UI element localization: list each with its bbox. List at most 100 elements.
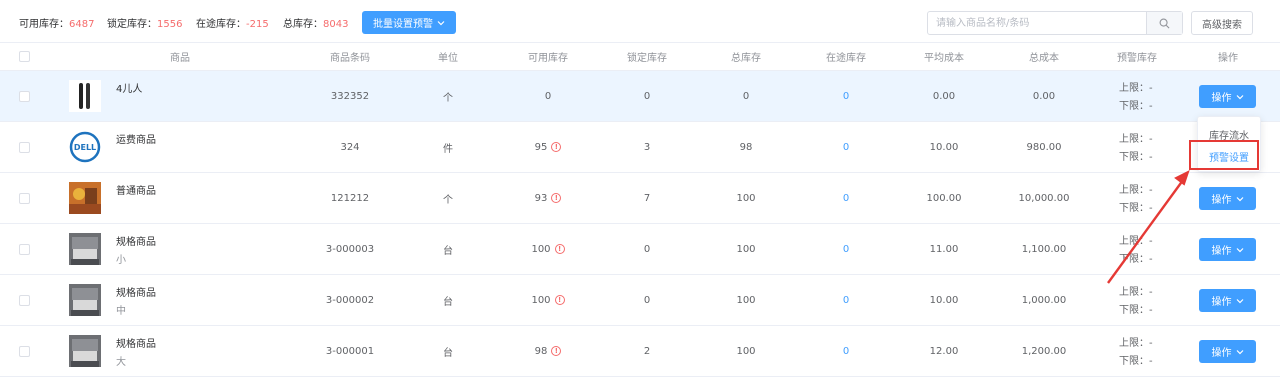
intransit-link[interactable]: 0 [798,122,894,172]
row-checkbox-cell[interactable] [16,275,33,325]
inventory-table: 商品 商品条码 单位 可用库存 锁定库存 总库存 在途库存 平均成本 总成本 预… [0,42,1280,377]
intransit-link[interactable]: 0 [798,326,894,376]
unit-cell: 台 [443,296,453,308]
intransit-link[interactable]: 0 [798,71,894,121]
row-checkbox[interactable] [19,345,30,357]
row-checkbox-cell[interactable] [16,173,33,223]
warning-icon: ! [554,295,565,305]
product-thumbnail [69,182,101,214]
barcode-cell: 3-000001 [325,345,375,357]
locked-cell: 7 [643,192,651,204]
actions-button[interactable]: 操作 [1199,238,1256,261]
col-actions: 操作 [1218,53,1238,64]
available-cell: 95! [496,122,600,172]
product-thumbnail [69,233,101,265]
product-thumbnail [69,335,101,367]
intransit-link[interactable]: 0 [798,224,894,274]
actions-button[interactable]: 操作 [1199,85,1256,108]
avg-cost-cell: 12.00 [929,345,959,357]
col-warning: 预警库存 [1117,53,1157,64]
available-cell: 0 [496,71,600,121]
product-name: 普通商品 [116,186,156,197]
warning-limits: 上限：- 下限：- [1119,131,1153,167]
row-checkbox-cell[interactable] [16,326,33,376]
available-cell: 93! [496,173,600,223]
col-avg-cost: 平均成本 [924,53,964,64]
total-cell: 100 [736,294,756,306]
lower-limit: 下限：- [1119,305,1153,316]
search-button[interactable] [1146,12,1182,34]
batch-warning-button[interactable]: 批量设置预警 [362,11,456,34]
search-group [927,11,1183,35]
select-all-checkbox-cell[interactable] [16,43,33,70]
col-unit: 单位 [438,53,458,64]
stat-locked-label: 锁定库存： [107,19,157,30]
unit-cell: 个 [443,194,453,206]
intransit-link[interactable]: 0 [798,275,894,325]
product-thumbnail [69,80,101,112]
row-checkbox-cell[interactable] [16,122,33,172]
actions-button[interactable]: 操作 [1199,187,1256,210]
table-row: 规格商品小 3-000003 台 0 100 11.00 1,100.00 100! 0 上限：-… [0,224,1280,275]
upper-limit: 上限：- [1119,134,1153,145]
row-checkbox[interactable] [19,192,30,204]
total-cost-cell: 10,000.00 [1018,192,1070,204]
total-cost-cell: 0.00 [1032,90,1056,102]
col-total: 总库存 [731,53,761,64]
advanced-search-label: 高级搜索 [1202,19,1242,31]
available-value: 98 [534,345,548,357]
stat-total: 总库存：8043 [283,15,348,30]
row-checkbox[interactable] [19,90,30,102]
table-row: 普通商品 121212 个 7 100 100.00 10,000.00 93! 0 上限：- 下限… [0,173,1280,224]
product-spec: 大 [116,357,126,368]
table-header: 商品 商品条码 单位 可用库存 锁定库存 总库存 在途库存 平均成本 总成本 预… [0,42,1280,71]
warning-limits: 上限：- 下限：- [1119,80,1153,116]
actions-label: 操作 [1211,195,1232,206]
row-checkbox[interactable] [19,141,30,153]
warning-limits: 上限：- 下限：- [1119,233,1153,269]
available-value: 100 [531,243,551,255]
available-cell: 98! [496,326,600,376]
upper-limit: 上限：- [1119,287,1153,298]
chevron-down-icon [1236,298,1243,303]
row-checkbox[interactable] [19,243,30,255]
total-cell: 98 [739,141,753,153]
row-checkbox-cell[interactable] [16,224,33,274]
stat-total-value: 8043 [323,19,349,30]
table-row: 规格商品大 3-000001 台 2 100 12.00 1,200.00 98! 0 上限：- 下… [0,326,1280,377]
avg-cost-cell: 11.00 [929,243,959,255]
lower-limit: 下限：- [1119,152,1153,163]
lower-limit: 下限：- [1119,203,1153,214]
advanced-search-button[interactable]: 高级搜索 [1191,11,1253,35]
actions-label: 操作 [1211,246,1232,257]
stat-intransit-value: -215 [246,19,269,30]
product-name: 4儿人 [116,84,143,95]
locked-cell: 0 [643,243,651,255]
total-cell: 100 [736,192,756,204]
stat-available-value: 6487 [69,19,95,30]
col-product: 商品 [170,53,190,64]
search-icon [1159,18,1170,28]
product-name: 规格商品 [116,237,156,248]
total-cell: 100 [736,345,756,357]
barcode-cell: 332352 [330,90,370,102]
warning-icon: ! [551,142,562,152]
row-checkbox-cell[interactable] [16,71,33,121]
lower-limit: 下限：- [1119,356,1153,367]
barcode-cell: 3-000002 [325,294,375,306]
table-row: 4儿人 332352 个 0 0 0.00 0.00 0 0 上限：- 下限：- 操作 [0,71,1280,122]
search-input[interactable] [928,12,1146,34]
product-thumbnail [69,284,101,316]
product-name: 运费商品 [116,135,156,146]
table-row: DELL 运费商品 324 件 3 98 10.00 980.00 95! 0 上限：- 下限：- [0,122,1280,173]
toolbar: 可用库存：6487 锁定库存：1556 在途库存：-215 总库存：8043 批… [0,0,1280,42]
actions-button[interactable]: 操作 [1199,289,1256,312]
chevron-down-icon [1236,349,1243,354]
select-all-checkbox[interactable] [19,51,30,62]
lower-limit: 下限：- [1119,254,1153,265]
row-checkbox[interactable] [19,294,30,306]
annotation-highlight-box [1189,140,1259,170]
intransit-link[interactable]: 0 [798,173,894,223]
actions-button[interactable]: 操作 [1199,340,1256,363]
warning-icon: ! [551,346,562,356]
